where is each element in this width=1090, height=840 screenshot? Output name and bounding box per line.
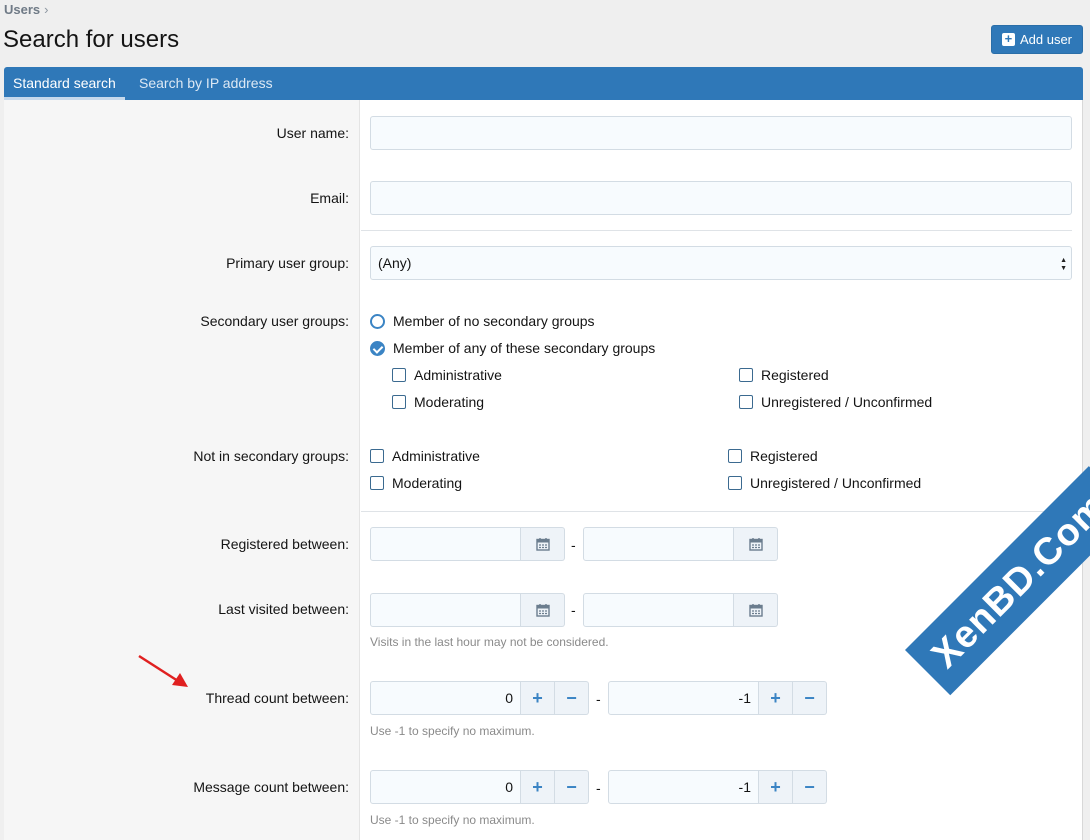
checkbox-icon bbox=[739, 368, 753, 382]
registered-to-input[interactable] bbox=[583, 527, 734, 561]
primary-group-select[interactable]: (Any) ▲ ▼ bbox=[370, 246, 1072, 280]
secondary-groups-label: Secondary user groups: bbox=[200, 313, 349, 329]
calendar-icon[interactable] bbox=[521, 527, 565, 561]
checkbox-label: Unregistered / Unconfirmed bbox=[750, 475, 922, 491]
minus-icon[interactable]: − bbox=[793, 681, 827, 715]
calendar-icon[interactable] bbox=[734, 527, 778, 561]
search-tabs: Standard search Search by IP address bbox=[4, 67, 1083, 100]
checkbox-icon bbox=[370, 449, 384, 463]
last-visited-to-date[interactable] bbox=[583, 593, 778, 627]
minus-icon[interactable]: − bbox=[555, 770, 589, 804]
not-in-administrative-checkbox[interactable]: Administrative bbox=[370, 448, 480, 464]
checkbox-icon bbox=[728, 449, 742, 463]
add-user-button[interactable]: + Add user bbox=[991, 25, 1083, 54]
message-count-label: Message count between: bbox=[193, 779, 349, 795]
checkbox-label: Registered bbox=[750, 448, 818, 464]
registered-between-label: Registered between: bbox=[220, 536, 349, 552]
minus-icon[interactable]: − bbox=[555, 681, 589, 715]
plus-icon: + bbox=[1001, 32, 1015, 46]
user-name-label: User name: bbox=[276, 125, 349, 141]
radio-label: Member of any of these secondary groups bbox=[393, 340, 656, 356]
radio-any-secondary[interactable]: Member of any of these secondary groups bbox=[370, 340, 655, 356]
radio-label: Member of no secondary groups bbox=[393, 313, 595, 329]
checkbox-icon bbox=[739, 395, 753, 409]
radio-checked-icon bbox=[370, 340, 385, 356]
checkbox-label: Unregistered / Unconfirmed bbox=[761, 394, 933, 410]
section-divider bbox=[361, 230, 1072, 231]
thread-count-label: Thread count between: bbox=[205, 690, 349, 706]
range-separator: - bbox=[596, 780, 601, 796]
thread-count-hint: Use -1 to specify no maximum. bbox=[370, 724, 535, 738]
plus-icon[interactable]: + bbox=[521, 681, 555, 715]
last-visited-label: Last visited between: bbox=[218, 601, 349, 617]
calendar-icon[interactable] bbox=[521, 593, 565, 627]
thread-count-min-input[interactable]: 0 bbox=[370, 681, 521, 715]
range-separator: - bbox=[571, 602, 576, 618]
not-in-moderating-checkbox[interactable]: Moderating bbox=[370, 475, 462, 491]
range-separator: - bbox=[571, 537, 576, 553]
message-count-min-input[interactable]: 0 bbox=[370, 770, 521, 804]
section-divider bbox=[361, 511, 1072, 512]
secondary-unregistered-checkbox[interactable]: Unregistered / Unconfirmed bbox=[739, 394, 932, 410]
message-count-hint: Use -1 to specify no maximum. bbox=[370, 813, 535, 827]
radio-unchecked-icon bbox=[370, 313, 385, 329]
calendar-icon[interactable] bbox=[734, 593, 778, 627]
checkbox-label: Moderating bbox=[392, 475, 463, 491]
checkbox-label: Administrative bbox=[414, 367, 502, 383]
secondary-administrative-checkbox[interactable]: Administrative bbox=[392, 367, 502, 383]
thread-count-min-stepper[interactable]: 0 + − bbox=[370, 681, 589, 715]
not-in-registered-checkbox[interactable]: Registered bbox=[728, 448, 818, 464]
plus-icon[interactable]: + bbox=[521, 770, 555, 804]
checkbox-icon bbox=[728, 476, 742, 490]
last-visited-to-input[interactable] bbox=[583, 593, 734, 627]
checkbox-icon bbox=[392, 368, 406, 382]
thread-count-max-stepper[interactable]: -1 + − bbox=[608, 681, 827, 715]
add-user-label: Add user bbox=[1019, 32, 1073, 47]
breadcrumb-separator: › bbox=[44, 2, 49, 17]
plus-icon[interactable]: + bbox=[759, 770, 793, 804]
checkbox-label: Registered bbox=[761, 367, 829, 383]
tab-search-by-ip[interactable]: Search by IP address bbox=[130, 67, 282, 100]
not-in-unregistered-checkbox[interactable]: Unregistered / Unconfirmed bbox=[728, 475, 921, 491]
thread-count-max-input[interactable]: -1 bbox=[608, 681, 759, 715]
message-count-max-input[interactable]: -1 bbox=[608, 770, 759, 804]
annotation-arrow-icon bbox=[138, 654, 188, 687]
plus-icon[interactable]: + bbox=[759, 681, 793, 715]
page-title: Search for users bbox=[3, 26, 180, 53]
breadcrumb: Users › bbox=[4, 2, 48, 17]
minus-icon[interactable]: − bbox=[793, 770, 827, 804]
registered-to-date[interactable] bbox=[583, 527, 778, 561]
last-visited-from-input[interactable] bbox=[370, 593, 521, 627]
tab-standard-search[interactable]: Standard search bbox=[4, 67, 125, 100]
primary-group-value: (Any) bbox=[378, 255, 412, 271]
message-count-max-stepper[interactable]: -1 + − bbox=[608, 770, 827, 804]
checkbox-icon bbox=[392, 395, 406, 409]
primary-group-label: Primary user group: bbox=[226, 255, 349, 271]
not-in-groups-label: Not in secondary groups: bbox=[193, 448, 349, 464]
message-count-min-stepper[interactable]: 0 + − bbox=[370, 770, 589, 804]
last-visited-from-date[interactable] bbox=[370, 593, 565, 627]
secondary-registered-checkbox[interactable]: Registered bbox=[739, 367, 829, 383]
user-name-input[interactable] bbox=[370, 116, 1072, 150]
select-arrows-icon: ▲ ▼ bbox=[1060, 257, 1067, 272]
label-column bbox=[4, 100, 360, 840]
checkbox-icon bbox=[370, 476, 384, 490]
range-separator: - bbox=[596, 691, 601, 707]
radio-no-secondary[interactable]: Member of no secondary groups bbox=[370, 313, 595, 329]
last-visited-hint: Visits in the last hour may not be consi… bbox=[370, 635, 609, 649]
checkbox-label: Administrative bbox=[392, 448, 480, 464]
email-input[interactable] bbox=[370, 181, 1072, 215]
email-label: Email: bbox=[310, 190, 349, 206]
breadcrumb-users-link[interactable]: Users bbox=[4, 2, 40, 17]
registered-from-input[interactable] bbox=[370, 527, 521, 561]
secondary-moderating-checkbox[interactable]: Moderating bbox=[392, 394, 484, 410]
checkbox-label: Moderating bbox=[414, 394, 485, 410]
registered-from-date[interactable] bbox=[370, 527, 565, 561]
